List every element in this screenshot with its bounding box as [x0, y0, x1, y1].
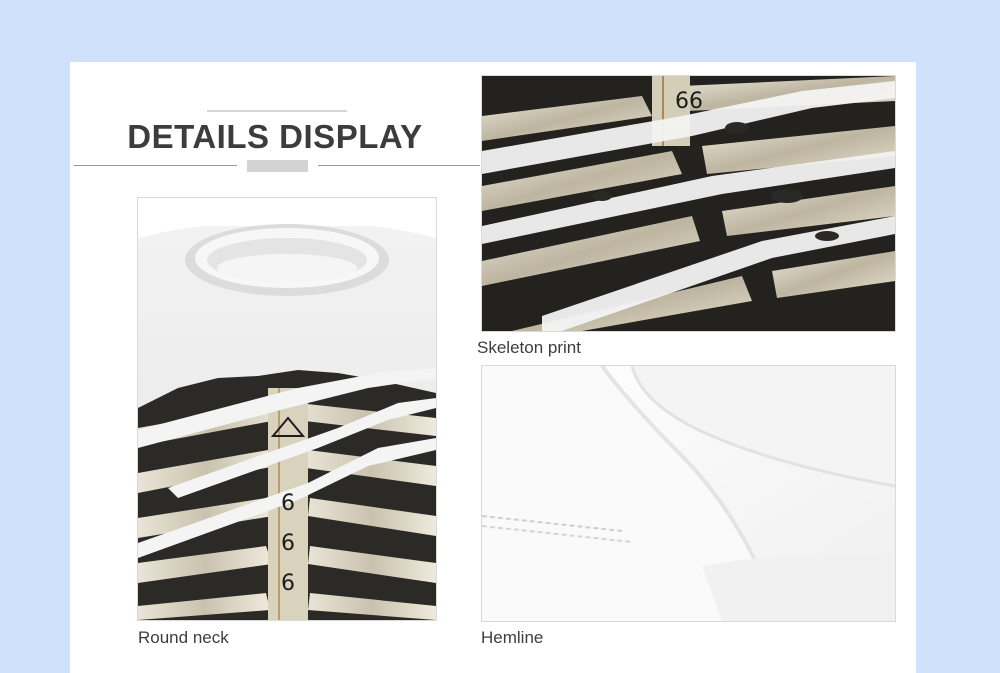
skeleton-print-caption: Skeleton print: [477, 338, 581, 357]
svg-text:6: 6: [281, 571, 295, 596]
title-top-divider: [207, 110, 347, 112]
skeleton-print-image: 66: [481, 75, 896, 332]
title-rule-right: [318, 165, 480, 166]
round-neck-caption: Round neck: [138, 628, 229, 647]
title-accent-block: [247, 160, 308, 172]
svg-text:66: 66: [675, 89, 703, 114]
svg-text:6: 6: [281, 531, 295, 556]
details-card: DETAILS DISPLAY 6 6 6 66 Round neck Skel…: [70, 62, 916, 673]
hemline-image: [481, 365, 896, 622]
page-title: DETAILS DISPLAY: [127, 118, 423, 155]
round-neck-image: 6 6 6: [137, 197, 437, 621]
svg-text:6: 6: [281, 491, 295, 516]
hemline-caption: Hemline: [481, 628, 544, 647]
title-rule-left: [74, 165, 237, 166]
title-area: DETAILS DISPLAY: [70, 62, 490, 192]
